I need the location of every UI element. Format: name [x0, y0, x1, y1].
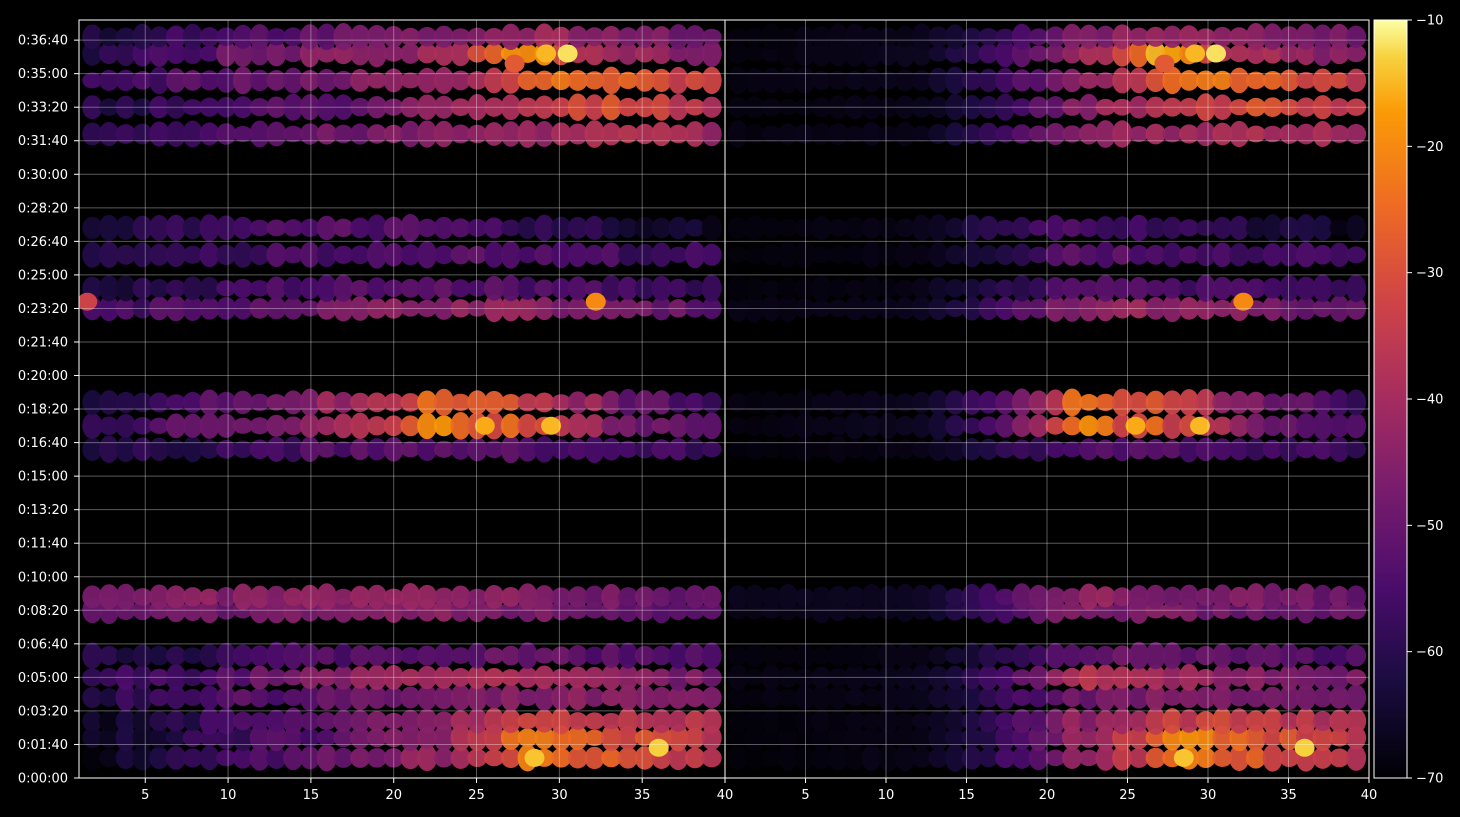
colorbar-tick-label: −30	[1416, 266, 1443, 281]
heatmap-cell	[1346, 25, 1367, 48]
heatmap-peak	[1154, 54, 1175, 73]
x-tick-label: 15	[303, 788, 320, 803]
y-tick-label: 0:33:20	[18, 101, 68, 116]
heatmap-cell	[1346, 684, 1367, 711]
heatmap-peak	[524, 748, 545, 767]
y-tick-label: 0:05:00	[18, 671, 68, 686]
heatmap-cell	[1346, 413, 1367, 439]
heatmap-cell	[1346, 274, 1367, 303]
x-tick-label: 5	[801, 788, 809, 803]
heatmap-cell	[701, 412, 722, 440]
heatmap-panel-left	[79, 23, 722, 772]
colorbar-tick-label: −50	[1416, 519, 1443, 534]
colorbar-tick-label: −20	[1416, 140, 1443, 155]
y-tick-label: 0:21:40	[18, 335, 68, 350]
heatmap-cell	[701, 642, 722, 669]
heatmap-peak	[1173, 748, 1194, 767]
heatmap-cell	[701, 243, 722, 266]
x-tick-label: 40	[717, 788, 734, 803]
y-tick-label: 0:01:40	[18, 738, 68, 753]
y-tick-label: 0:00:00	[18, 772, 68, 787]
y-tick-label: 0:15:00	[18, 470, 68, 485]
x-tick-label: 15	[958, 788, 975, 803]
y-tick-label: 0:30:00	[18, 168, 68, 183]
x-tick-label: 30	[551, 788, 568, 803]
y-tick-label: 0:03:20	[18, 704, 68, 719]
x-tick-label: 20	[1039, 788, 1056, 803]
x-tick-label: 10	[878, 788, 895, 803]
heatmap-peak	[1190, 416, 1210, 435]
heatmap-chart: 0:00:00 0:01:40 0:03:20 0:05:00 0:06:40 0:08:…	[0, 0, 1460, 817]
heatmap-cell	[701, 121, 722, 147]
heatmap-cell	[701, 66, 722, 95]
x-tick-label: 35	[1280, 788, 1297, 803]
heatmap-peak	[541, 416, 562, 435]
heatmap-cell	[701, 748, 722, 768]
heatmap-cell	[701, 686, 722, 709]
y-tick-label: 0:10:00	[18, 570, 68, 585]
heatmap-peak	[536, 44, 557, 63]
heatmap-cell	[701, 28, 722, 45]
y-tick-label: 0:35:00	[18, 67, 68, 82]
heatmap-cell	[1346, 585, 1367, 609]
y-tick-label: 0:11:40	[18, 537, 68, 552]
y-tick-label: 0:36:40	[18, 34, 68, 49]
heatmap-cell	[1346, 708, 1367, 734]
heatmap-cell	[1346, 246, 1367, 264]
heatmap-cell	[701, 441, 722, 458]
heatmap-cell	[1346, 389, 1367, 416]
y-tick-label: 0:16:40	[18, 436, 68, 451]
heatmap-peak	[648, 738, 669, 757]
heatmap-peak	[1185, 44, 1206, 63]
heatmap-peak	[1294, 738, 1315, 757]
heatmap-peak	[1206, 44, 1226, 63]
heatmap-peak	[1125, 416, 1146, 435]
heatmap-cell	[701, 708, 722, 734]
x-tick-label: 35	[634, 788, 651, 803]
y-tick-label: 0:20:00	[18, 369, 68, 384]
x-tick-label: 20	[385, 788, 402, 803]
heatmap-cell	[701, 215, 722, 241]
heatmap-cell	[1346, 215, 1367, 241]
colorbar-gradient	[1373, 19, 1408, 779]
y-tick-label: 0:26:40	[18, 235, 68, 250]
colorbar-tick-label: −70	[1416, 772, 1443, 787]
heatmap-cell	[701, 274, 722, 302]
heatmap-peak	[474, 416, 495, 435]
colorbar-tick-label: −10	[1416, 14, 1443, 29]
heatmap-peak	[504, 54, 525, 73]
heatmap-cell	[701, 585, 722, 609]
heatmap-cell	[701, 391, 722, 413]
y-tick-label: 0:28:20	[18, 201, 68, 216]
x-tick-label: 25	[1119, 788, 1136, 803]
y-tick-label: 0:08:20	[18, 604, 68, 619]
y-tick-label: 0:31:40	[18, 134, 68, 149]
x-tick-label: 30	[1200, 788, 1217, 803]
heatmap-peak	[557, 44, 578, 63]
x-tick-label: 10	[220, 788, 237, 803]
colorbar-tick-label: −60	[1416, 645, 1443, 660]
y-tick-label: 0:23:20	[18, 302, 68, 317]
heatmap-cell	[1346, 644, 1367, 667]
x-tick-label: 40	[1361, 788, 1378, 803]
x-tick-label: 25	[468, 788, 485, 803]
y-tick-label: 0:13:20	[18, 503, 68, 518]
y-tick-label: 0:25:00	[18, 268, 68, 283]
x-tick-label: 5	[141, 788, 149, 803]
colorbar-tick-label: −40	[1416, 393, 1443, 408]
y-tick-label: 0:18:20	[18, 403, 68, 418]
heatmap-cell	[1346, 68, 1367, 93]
y-tick-label: 0:06:40	[18, 637, 68, 652]
